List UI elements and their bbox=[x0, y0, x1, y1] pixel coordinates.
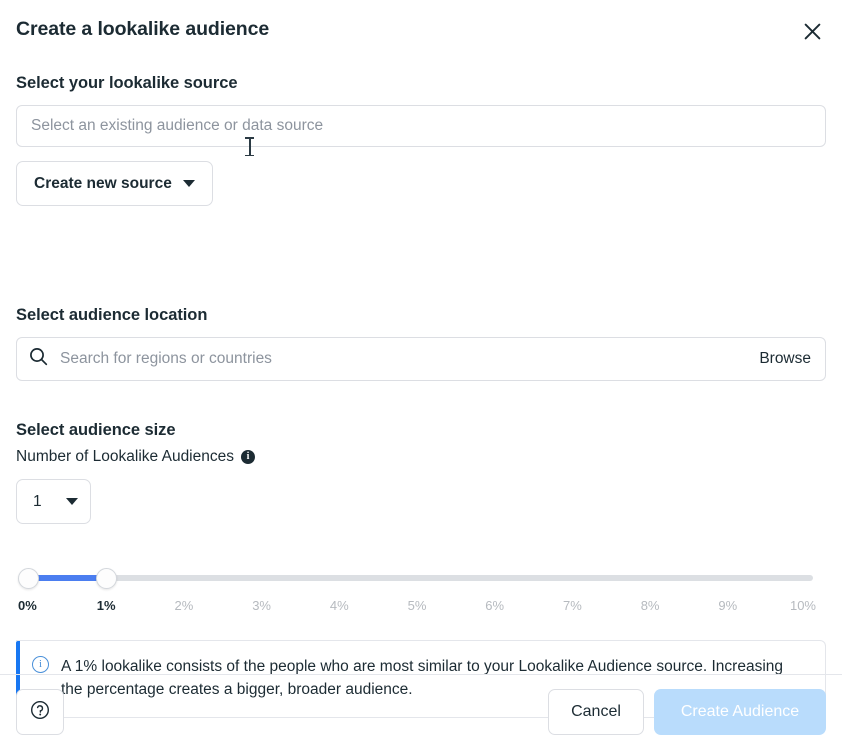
slider-tick-3: 3% bbox=[252, 598, 271, 613]
lookalike-count-select[interactable]: 1 bbox=[16, 479, 91, 524]
chevron-down-icon bbox=[182, 180, 195, 187]
location-search-placeholder: Search for regions or countries bbox=[60, 350, 272, 367]
help-button[interactable] bbox=[16, 688, 64, 735]
create-lookalike-audience-dialog: Create a lookalike audience Select your … bbox=[0, 0, 842, 748]
slider-handle-max[interactable] bbox=[95, 568, 117, 589]
source-section-title: Select your lookalike source bbox=[16, 74, 238, 92]
location-search-field[interactable]: Search for regions or countries Browse bbox=[16, 337, 826, 381]
question-circle-icon bbox=[29, 699, 51, 724]
section-audience-location: Select audience location Search for regi… bbox=[16, 306, 826, 381]
dialog-body: Select your lookalike source Select an e… bbox=[0, 62, 842, 748]
source-input-placeholder: Select an existing audience or data sour… bbox=[31, 117, 324, 134]
slider-tick-labels: 0% 1% 2% 3% 4% 5% 6% 7% 8% 9% 10% bbox=[18, 598, 816, 618]
close-button[interactable] bbox=[798, 17, 826, 45]
info-circle-icon: i bbox=[32, 656, 49, 673]
lookalike-count-label-row: Number of Lookalike Audiences i bbox=[16, 448, 826, 466]
create-new-source-button[interactable]: Create new source bbox=[16, 161, 213, 206]
slider-tick-7: 7% bbox=[562, 598, 582, 613]
section-lookalike-source: Select your lookalike source Select an e… bbox=[16, 74, 826, 206]
info-icon[interactable]: i bbox=[241, 450, 255, 464]
browse-button[interactable]: Browse bbox=[759, 350, 811, 368]
slider-fill bbox=[28, 575, 107, 581]
dialog-footer: Cancel Create Audience bbox=[0, 674, 842, 748]
slider-tick-5: 5% bbox=[407, 598, 427, 613]
dialog-header: Create a lookalike audience bbox=[0, 0, 842, 62]
location-section-title: Select audience location bbox=[16, 306, 208, 324]
size-section-title: Select audience size bbox=[16, 421, 176, 439]
close-icon bbox=[804, 23, 821, 40]
cancel-button[interactable]: Cancel bbox=[548, 688, 644, 735]
slider-tick-4: 4% bbox=[329, 598, 349, 613]
source-input[interactable]: Select an existing audience or data sour… bbox=[16, 105, 826, 147]
lookalike-count-value: 1 bbox=[33, 492, 42, 510]
slider-tick-0: 0% bbox=[18, 598, 37, 613]
slider-tick-6: 6% bbox=[485, 598, 505, 613]
create-new-source-label: Create new source bbox=[34, 174, 172, 192]
slider-track[interactable] bbox=[29, 575, 813, 581]
slider-tick-10: 10% bbox=[789, 598, 816, 613]
lookalike-count-label: Number of Lookalike Audiences bbox=[16, 448, 234, 465]
page-title: Create a lookalike audience bbox=[16, 18, 270, 40]
create-audience-button[interactable]: Create Audience bbox=[654, 688, 826, 735]
chevron-down-icon bbox=[66, 498, 78, 505]
slider-tick-9: 9% bbox=[718, 598, 738, 613]
slider-tick-8: 8% bbox=[640, 598, 660, 613]
section-audience-size: Select audience size Number of Lookalike… bbox=[16, 421, 826, 524]
slider-tick-1: 1% bbox=[96, 598, 116, 613]
slider-tick-2: 2% bbox=[174, 598, 194, 613]
slider-handle-min[interactable] bbox=[18, 568, 39, 589]
audience-size-slider[interactable]: 0% 1% 2% 3% 4% 5% 6% 7% 8% 9% 10% bbox=[18, 568, 816, 620]
search-icon bbox=[29, 347, 48, 371]
